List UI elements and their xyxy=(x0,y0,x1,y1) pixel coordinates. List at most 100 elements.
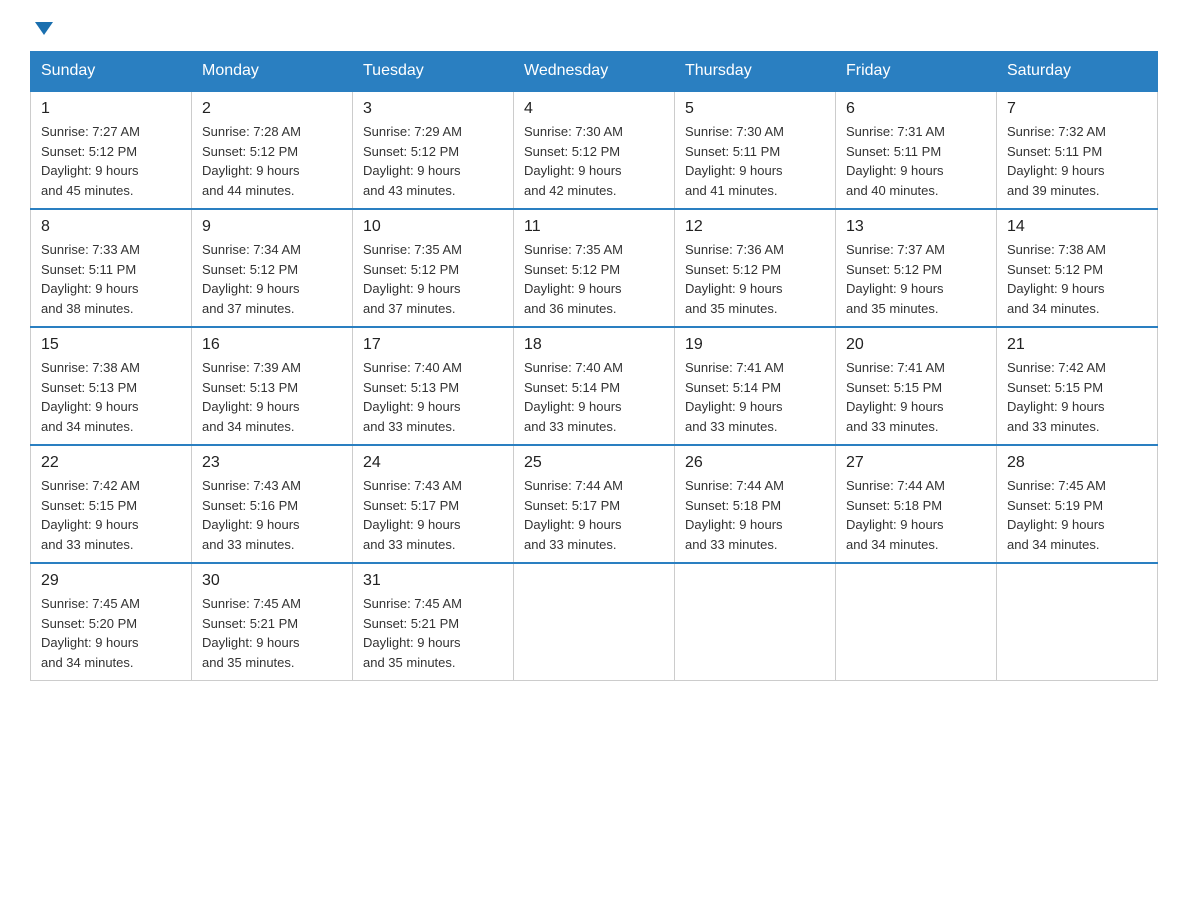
day-number: 23 xyxy=(202,454,342,472)
day-info: Sunrise: 7:38 AM Sunset: 5:13 PM Dayligh… xyxy=(41,358,181,436)
day-number: 13 xyxy=(846,218,986,236)
calendar-cell: 25 Sunrise: 7:44 AM Sunset: 5:17 PM Dayl… xyxy=(514,445,675,563)
day-info: Sunrise: 7:27 AM Sunset: 5:12 PM Dayligh… xyxy=(41,122,181,200)
calendar-cell: 2 Sunrise: 7:28 AM Sunset: 5:12 PM Dayli… xyxy=(192,91,353,209)
logo xyxy=(30,20,53,31)
day-info: Sunrise: 7:30 AM Sunset: 5:12 PM Dayligh… xyxy=(524,122,664,200)
day-number: 20 xyxy=(846,336,986,354)
calendar-cell: 3 Sunrise: 7:29 AM Sunset: 5:12 PM Dayli… xyxy=(353,91,514,209)
weekday-header-friday: Friday xyxy=(836,52,997,92)
day-number: 12 xyxy=(685,218,825,236)
day-number: 2 xyxy=(202,100,342,118)
day-info: Sunrise: 7:40 AM Sunset: 5:14 PM Dayligh… xyxy=(524,358,664,436)
day-number: 28 xyxy=(1007,454,1147,472)
calendar-cell: 17 Sunrise: 7:40 AM Sunset: 5:13 PM Dayl… xyxy=(353,327,514,445)
logo-general-line xyxy=(30,20,53,33)
calendar-week-row: 15 Sunrise: 7:38 AM Sunset: 5:13 PM Dayl… xyxy=(31,327,1158,445)
calendar-cell: 1 Sunrise: 7:27 AM Sunset: 5:12 PM Dayli… xyxy=(31,91,192,209)
day-info: Sunrise: 7:32 AM Sunset: 5:11 PM Dayligh… xyxy=(1007,122,1147,200)
day-info: Sunrise: 7:29 AM Sunset: 5:12 PM Dayligh… xyxy=(363,122,503,200)
day-info: Sunrise: 7:45 AM Sunset: 5:19 PM Dayligh… xyxy=(1007,476,1147,554)
calendar-cell: 30 Sunrise: 7:45 AM Sunset: 5:21 PM Dayl… xyxy=(192,563,353,681)
calendar-cell xyxy=(514,563,675,681)
calendar-cell: 26 Sunrise: 7:44 AM Sunset: 5:18 PM Dayl… xyxy=(675,445,836,563)
day-number: 16 xyxy=(202,336,342,354)
calendar-cell: 27 Sunrise: 7:44 AM Sunset: 5:18 PM Dayl… xyxy=(836,445,997,563)
day-number: 31 xyxy=(363,572,503,590)
day-number: 11 xyxy=(524,218,664,236)
calendar-cell: 10 Sunrise: 7:35 AM Sunset: 5:12 PM Dayl… xyxy=(353,209,514,327)
calendar-week-row: 22 Sunrise: 7:42 AM Sunset: 5:15 PM Dayl… xyxy=(31,445,1158,563)
calendar-cell: 28 Sunrise: 7:45 AM Sunset: 5:19 PM Dayl… xyxy=(997,445,1158,563)
day-info: Sunrise: 7:45 AM Sunset: 5:21 PM Dayligh… xyxy=(363,594,503,672)
day-info: Sunrise: 7:44 AM Sunset: 5:18 PM Dayligh… xyxy=(846,476,986,554)
day-number: 27 xyxy=(846,454,986,472)
day-number: 6 xyxy=(846,100,986,118)
day-number: 5 xyxy=(685,100,825,118)
day-number: 18 xyxy=(524,336,664,354)
calendar-cell: 18 Sunrise: 7:40 AM Sunset: 5:14 PM Dayl… xyxy=(514,327,675,445)
day-info: Sunrise: 7:37 AM Sunset: 5:12 PM Dayligh… xyxy=(846,240,986,318)
day-number: 10 xyxy=(363,218,503,236)
day-info: Sunrise: 7:45 AM Sunset: 5:21 PM Dayligh… xyxy=(202,594,342,672)
day-number: 17 xyxy=(363,336,503,354)
day-info: Sunrise: 7:33 AM Sunset: 5:11 PM Dayligh… xyxy=(41,240,181,318)
day-number: 4 xyxy=(524,100,664,118)
day-info: Sunrise: 7:41 AM Sunset: 5:14 PM Dayligh… xyxy=(685,358,825,436)
logo-triangle-icon xyxy=(35,22,53,35)
day-number: 8 xyxy=(41,218,181,236)
calendar-cell: 23 Sunrise: 7:43 AM Sunset: 5:16 PM Dayl… xyxy=(192,445,353,563)
day-info: Sunrise: 7:40 AM Sunset: 5:13 PM Dayligh… xyxy=(363,358,503,436)
day-info: Sunrise: 7:42 AM Sunset: 5:15 PM Dayligh… xyxy=(1007,358,1147,436)
day-number: 25 xyxy=(524,454,664,472)
calendar-cell: 22 Sunrise: 7:42 AM Sunset: 5:15 PM Dayl… xyxy=(31,445,192,563)
day-info: Sunrise: 7:30 AM Sunset: 5:11 PM Dayligh… xyxy=(685,122,825,200)
calendar-cell: 19 Sunrise: 7:41 AM Sunset: 5:14 PM Dayl… xyxy=(675,327,836,445)
weekday-header-thursday: Thursday xyxy=(675,52,836,92)
weekday-header-sunday: Sunday xyxy=(31,52,192,92)
day-info: Sunrise: 7:41 AM Sunset: 5:15 PM Dayligh… xyxy=(846,358,986,436)
weekday-header-tuesday: Tuesday xyxy=(353,52,514,92)
calendar-cell xyxy=(997,563,1158,681)
day-info: Sunrise: 7:43 AM Sunset: 5:16 PM Dayligh… xyxy=(202,476,342,554)
calendar-cell: 31 Sunrise: 7:45 AM Sunset: 5:21 PM Dayl… xyxy=(353,563,514,681)
calendar-cell: 8 Sunrise: 7:33 AM Sunset: 5:11 PM Dayli… xyxy=(31,209,192,327)
day-number: 29 xyxy=(41,572,181,590)
day-number: 1 xyxy=(41,100,181,118)
weekday-header-monday: Monday xyxy=(192,52,353,92)
calendar-cell: 15 Sunrise: 7:38 AM Sunset: 5:13 PM Dayl… xyxy=(31,327,192,445)
calendar-week-row: 1 Sunrise: 7:27 AM Sunset: 5:12 PM Dayli… xyxy=(31,91,1158,209)
page-header xyxy=(30,20,1158,31)
calendar-cell: 24 Sunrise: 7:43 AM Sunset: 5:17 PM Dayl… xyxy=(353,445,514,563)
calendar-cell: 13 Sunrise: 7:37 AM Sunset: 5:12 PM Dayl… xyxy=(836,209,997,327)
day-info: Sunrise: 7:45 AM Sunset: 5:20 PM Dayligh… xyxy=(41,594,181,672)
calendar-week-row: 8 Sunrise: 7:33 AM Sunset: 5:11 PM Dayli… xyxy=(31,209,1158,327)
day-number: 19 xyxy=(685,336,825,354)
calendar-cell: 29 Sunrise: 7:45 AM Sunset: 5:20 PM Dayl… xyxy=(31,563,192,681)
calendar-cell: 11 Sunrise: 7:35 AM Sunset: 5:12 PM Dayl… xyxy=(514,209,675,327)
calendar-cell: 12 Sunrise: 7:36 AM Sunset: 5:12 PM Dayl… xyxy=(675,209,836,327)
day-number: 9 xyxy=(202,218,342,236)
day-number: 14 xyxy=(1007,218,1147,236)
calendar-cell xyxy=(836,563,997,681)
day-info: Sunrise: 7:42 AM Sunset: 5:15 PM Dayligh… xyxy=(41,476,181,554)
calendar-cell: 21 Sunrise: 7:42 AM Sunset: 5:15 PM Dayl… xyxy=(997,327,1158,445)
day-info: Sunrise: 7:34 AM Sunset: 5:12 PM Dayligh… xyxy=(202,240,342,318)
calendar-cell: 20 Sunrise: 7:41 AM Sunset: 5:15 PM Dayl… xyxy=(836,327,997,445)
calendar-cell: 6 Sunrise: 7:31 AM Sunset: 5:11 PM Dayli… xyxy=(836,91,997,209)
day-info: Sunrise: 7:44 AM Sunset: 5:17 PM Dayligh… xyxy=(524,476,664,554)
calendar-cell: 9 Sunrise: 7:34 AM Sunset: 5:12 PM Dayli… xyxy=(192,209,353,327)
day-number: 26 xyxy=(685,454,825,472)
calendar-week-row: 29 Sunrise: 7:45 AM Sunset: 5:20 PM Dayl… xyxy=(31,563,1158,681)
weekday-header-wednesday: Wednesday xyxy=(514,52,675,92)
day-info: Sunrise: 7:28 AM Sunset: 5:12 PM Dayligh… xyxy=(202,122,342,200)
calendar-cell: 5 Sunrise: 7:30 AM Sunset: 5:11 PM Dayli… xyxy=(675,91,836,209)
day-info: Sunrise: 7:31 AM Sunset: 5:11 PM Dayligh… xyxy=(846,122,986,200)
calendar-cell: 4 Sunrise: 7:30 AM Sunset: 5:12 PM Dayli… xyxy=(514,91,675,209)
day-number: 21 xyxy=(1007,336,1147,354)
calendar-cell xyxy=(675,563,836,681)
day-info: Sunrise: 7:35 AM Sunset: 5:12 PM Dayligh… xyxy=(524,240,664,318)
calendar-table: SundayMondayTuesdayWednesdayThursdayFrid… xyxy=(30,51,1158,681)
day-number: 15 xyxy=(41,336,181,354)
day-number: 24 xyxy=(363,454,503,472)
